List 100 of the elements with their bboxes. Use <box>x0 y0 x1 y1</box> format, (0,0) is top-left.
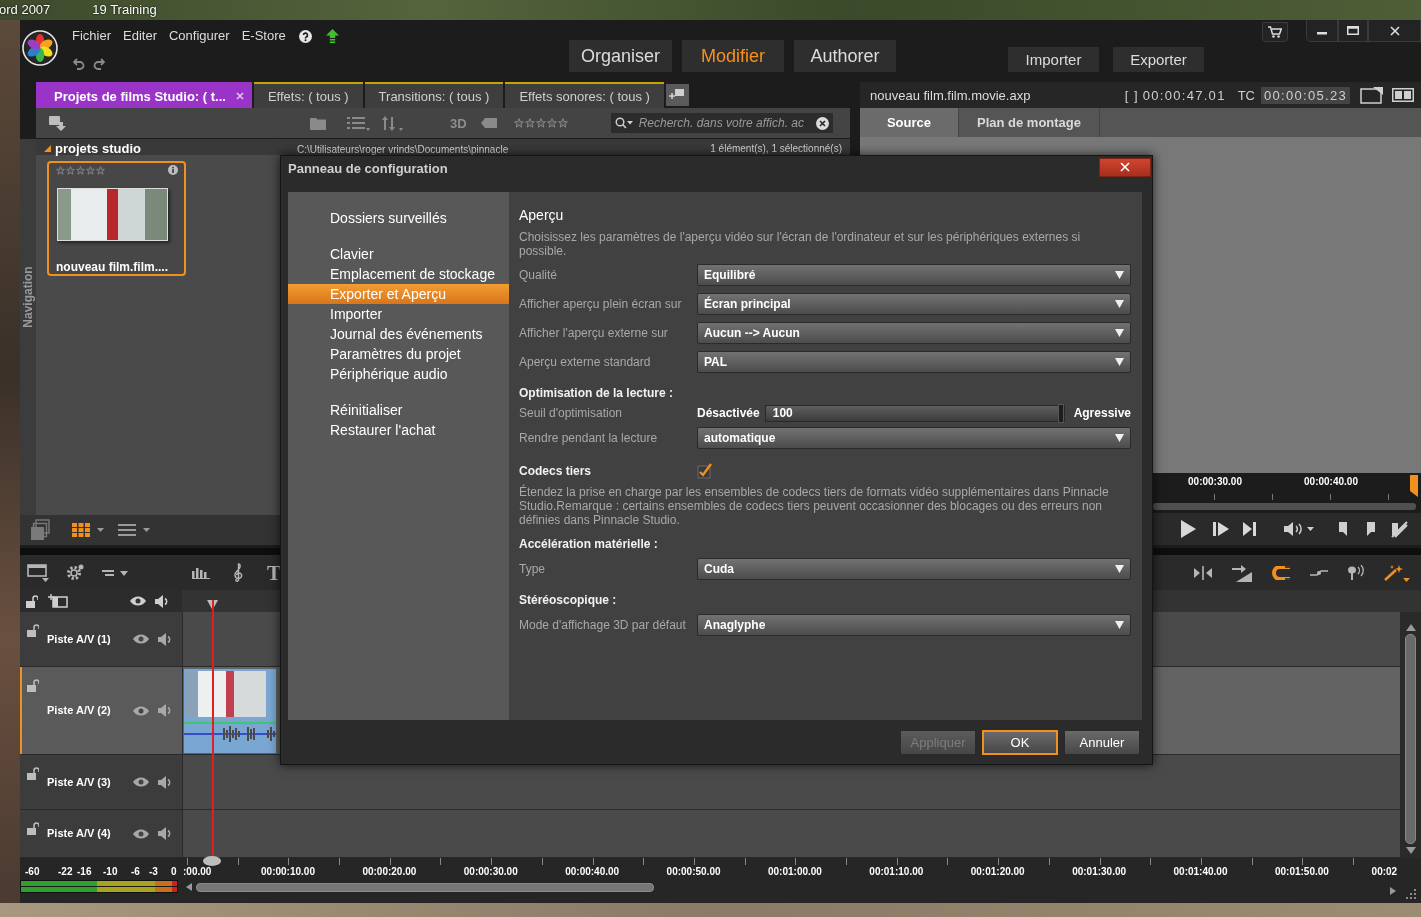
video-clip[interactable] <box>184 669 276 753</box>
dialog-button[interactable]: Annuler <box>1064 729 1140 755</box>
list-view-icon[interactable] <box>118 524 136 536</box>
undo-icon[interactable] <box>73 58 85 70</box>
navigation-label[interactable]: Navigation <box>21 266 35 328</box>
dropdown[interactable]: Cuda <box>697 557 1131 580</box>
scroll-down-icon[interactable] <box>1405 847 1416 854</box>
scroll-right-icon[interactable] <box>1390 887 1396 895</box>
caret-icon[interactable] <box>97 528 104 532</box>
dropdown[interactable]: Equilibré <box>697 263 1131 286</box>
storyboard-icon[interactable] <box>27 563 49 582</box>
sort-icon[interactable] <box>382 115 405 131</box>
voice-over-icon[interactable] <box>1348 564 1364 581</box>
menu-item[interactable]: Configurer <box>169 28 230 44</box>
eye-icon[interactable] <box>133 777 149 787</box>
play-icon[interactable] <box>1180 520 1196 538</box>
nav-item[interactable]: Journal des événements <box>288 324 509 344</box>
gear-icon[interactable] <box>66 563 84 582</box>
nav-item[interactable]: Paramètres du projet <box>288 344 509 364</box>
list-icon[interactable] <box>347 115 370 131</box>
track-header[interactable]: Piste A/V (1) <box>20 612 182 666</box>
track-header[interactable]: Piste A/V (4) <box>20 810 182 857</box>
clear-icon[interactable] <box>815 116 829 130</box>
lock-icon[interactable] <box>27 767 39 780</box>
audio-mixer-icon[interactable] <box>192 566 210 579</box>
music-clef-icon[interactable] <box>232 562 244 583</box>
magnet-icon[interactable] <box>1272 565 1290 580</box>
star-icon[interactable] <box>546 118 557 128</box>
nav-item[interactable]: Restaurer l'achat <box>288 420 509 440</box>
speaker-icon[interactable] <box>158 827 172 840</box>
stack-icon[interactable] <box>30 519 50 541</box>
redo-icon[interactable] <box>93 58 105 70</box>
star-icon[interactable] <box>56 165 65 175</box>
star-rating[interactable] <box>513 118 568 128</box>
speaker-icon[interactable] <box>158 632 172 646</box>
speaker-icon[interactable] <box>158 775 172 789</box>
store-button[interactable] <box>1262 22 1288 42</box>
close-icon[interactable] <box>235 92 244 100</box>
search-field[interactable]: Recherch. dans votre affich. ac <box>610 113 833 133</box>
desktop-icon-label[interactable]: ord 2007 <box>0 2 51 18</box>
star-icon[interactable] <box>557 118 568 128</box>
star-icon[interactable] <box>86 165 95 175</box>
star-icon[interactable] <box>96 165 105 175</box>
grid-view-icon[interactable] <box>72 523 90 537</box>
app-logo-icon[interactable] <box>22 30 58 66</box>
eye-icon[interactable] <box>133 705 149 716</box>
player-tab[interactable]: Source <box>860 108 959 137</box>
dropdown[interactable]: automatique <box>697 426 1131 449</box>
nav-item[interactable]: Dossiers surveillés <box>288 208 509 228</box>
library-tab[interactable]: Effets: ( tous ) <box>253 82 363 108</box>
menu-item[interactable]: Fichier <box>72 28 111 44</box>
dropdown[interactable]: Aucun --> Aucun <box>697 321 1131 344</box>
folder-name[interactable]: projets studio <box>55 140 141 156</box>
track-header[interactable]: Piste A/V (2) <box>20 667 182 754</box>
star-icon[interactable] <box>535 118 546 128</box>
crossed-marker-icon[interactable] <box>1391 520 1408 538</box>
maximize-button[interactable] <box>1338 20 1368 42</box>
add-track-icon[interactable] <box>48 594 68 608</box>
import-icon[interactable] <box>48 115 66 131</box>
speaker-icon[interactable] <box>155 594 169 608</box>
star-icon[interactable] <box>76 165 85 175</box>
tag-icon[interactable] <box>480 118 497 128</box>
dual-view-icon[interactable] <box>1392 88 1414 102</box>
mode-tab[interactable]: Organiser <box>569 40 673 72</box>
marker-icon[interactable] <box>1410 475 1418 497</box>
desktop-icon-label[interactable]: 19 Training <box>92 2 157 18</box>
timecode-field[interactable]: 00:00:05.23 <box>1261 86 1350 104</box>
project-card[interactable]: nouveau film.film.... <box>47 161 186 276</box>
action-button[interactable]: Exporter <box>1113 47 1205 72</box>
star-icon[interactable] <box>513 118 524 128</box>
scroll-up-icon[interactable] <box>1405 624 1416 631</box>
new-tab-icon[interactable] <box>665 84 689 106</box>
help-icon[interactable] <box>298 29 312 43</box>
library-tab[interactable]: Projets de films Studio: ( t... <box>36 82 252 108</box>
expand-triangle-icon[interactable] <box>44 144 51 152</box>
mode-tab[interactable]: Authorer <box>794 40 897 72</box>
mark-in-icon[interactable] <box>1339 522 1347 536</box>
slider-thumb[interactable] <box>1057 403 1064 423</box>
track-header[interactable]: Piste A/V (3) <box>20 755 182 809</box>
next-frame-icon[interactable] <box>1213 521 1229 537</box>
volume-icon[interactable] <box>1284 522 1304 536</box>
scrollbar-thumb[interactable] <box>1405 634 1416 844</box>
close-button[interactable] <box>1368 20 1421 42</box>
lock-icon[interactable] <box>27 624 39 637</box>
menu-item[interactable]: Editer <box>123 28 157 44</box>
nav-item[interactable]: Importer <box>288 304 509 324</box>
up-arrow-icon[interactable] <box>325 29 339 43</box>
line-icon[interactable] <box>1310 568 1328 577</box>
star-rating[interactable] <box>56 165 105 175</box>
lock-icon[interactable] <box>27 822 39 835</box>
mark-out-icon[interactable] <box>1367 522 1375 536</box>
magic-wand-icon[interactable] <box>1384 563 1410 582</box>
insert-icon[interactable] <box>1232 563 1252 582</box>
search-icon[interactable] <box>614 117 633 129</box>
track-height-icon[interactable] <box>102 567 128 578</box>
dialog-button[interactable]: OK <box>982 729 1058 755</box>
skip-end-icon[interactable] <box>1243 522 1256 536</box>
star-icon[interactable] <box>524 118 535 128</box>
action-button[interactable]: Importer <box>1008 47 1100 72</box>
star-icon[interactable] <box>66 165 75 175</box>
